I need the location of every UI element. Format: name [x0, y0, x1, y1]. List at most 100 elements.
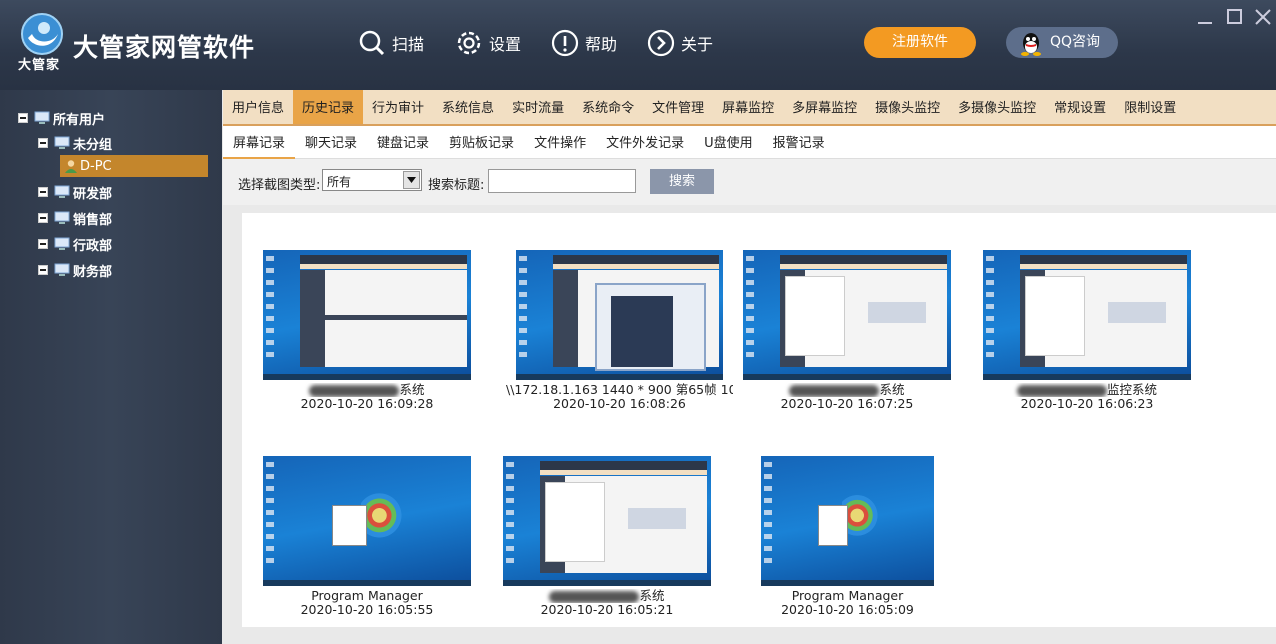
screenshot-thumbnail[interactable]: [743, 250, 951, 380]
main-tab-bar: 用户信息 历史记录 行为审计 系统信息 实时流量 系统命令 文件管理 屏幕监控 多屏幕监控 摄像头…: [223, 90, 1276, 126]
tree-node-group[interactable]: 研发部: [38, 182, 112, 202]
tab-1[interactable]: 历史记录: [293, 90, 364, 124]
subtab-4[interactable]: 文件操作: [524, 126, 596, 157]
tree-label-group: 研发部: [73, 186, 113, 202]
close-icon[interactable]: [1254, 8, 1272, 26]
screenshot-title: 监控系统: [973, 383, 1201, 397]
screenshot-time: 2020-10-20 16:06:23: [1020, 397, 1154, 411]
screenshot-title-text: 系统: [879, 383, 905, 397]
tab-7[interactable]: 屏幕监控: [713, 90, 783, 124]
computer-group-icon: [54, 263, 70, 276]
redacted-text: [789, 384, 880, 397]
screenshot-time: 2020-10-20 16:09:28: [300, 397, 434, 411]
scan-icon: [359, 30, 385, 56]
expand-toggle-icon[interactable]: [38, 187, 48, 197]
screenshot-item[interactable]: 系统 2020-10-20 16:09:28: [263, 250, 471, 412]
logo-text: 大管家: [18, 58, 61, 73]
tab-8[interactable]: 多屏幕监控: [783, 90, 866, 124]
collapse-toggle-icon[interactable]: [38, 138, 48, 148]
expand-toggle-icon[interactable]: [38, 213, 48, 223]
tree-node-group[interactable]: 财务部: [38, 260, 112, 280]
title-bar: 大管家 大管家网管软件 扫描 设置 帮助 关于 注册软件 QQ咨询: [0, 0, 1276, 90]
tab-5[interactable]: 系统命令: [573, 90, 643, 124]
settings-button[interactable]: 设置: [455, 28, 521, 58]
minimize-icon[interactable]: [1196, 8, 1214, 26]
screenshot-item[interactable]: 系统 2020-10-20 16:07:25: [743, 250, 951, 412]
tree-node-group[interactable]: 销售部: [38, 208, 112, 228]
collapse-toggle-icon[interactable]: [18, 113, 28, 123]
tab-6[interactable]: 文件管理: [643, 90, 713, 124]
qq-consult-button[interactable]: QQ咨询: [1006, 27, 1118, 58]
screenshot-title-text: Program Manager: [311, 589, 423, 603]
user-icon: [65, 160, 77, 173]
screenshot-title: 系统: [493, 589, 721, 603]
subtab-0[interactable]: 屏幕记录: [223, 126, 296, 159]
subtab-3[interactable]: 剪贴板记录: [439, 126, 524, 157]
screenshot-title-text: 系统: [639, 589, 665, 603]
screenshot-type-label: 选择截图类型:: [238, 178, 321, 193]
tree-label-group: 销售部: [73, 212, 113, 228]
about-button[interactable]: 关于: [647, 28, 713, 58]
screenshot-title-text: 系统: [399, 383, 425, 397]
qq-consult-label: QQ咨询: [1050, 34, 1101, 50]
screenshot-item[interactable]: Program Manager 2020-10-20 16:05:55: [263, 456, 471, 618]
computer-group-icon: [54, 211, 70, 224]
screenshot-thumbnail[interactable]: [503, 456, 711, 586]
screenshot-type-select[interactable]: 所有: [322, 169, 422, 191]
screenshot-item[interactable]: Program Manager 2020-10-20 16:05:09: [761, 456, 934, 618]
redacted-text: [1016, 384, 1107, 397]
search-title-input[interactable]: [488, 169, 636, 193]
help-button[interactable]: 帮助: [551, 28, 617, 58]
tab-10[interactable]: 多摄像头监控: [949, 90, 1045, 124]
subtab-2[interactable]: 键盘记录: [367, 126, 439, 157]
screenshot-title-text: \\172.18.1.163 1440 * 900 第65帧 10: [506, 383, 733, 397]
tab-9[interactable]: 摄像头监控: [866, 90, 949, 124]
tab-12[interactable]: 限制设置: [1115, 90, 1185, 124]
screenshot-item[interactable]: 监控系统 2020-10-20 16:06:23: [983, 250, 1191, 412]
computer-group-icon: [34, 111, 50, 124]
search-button[interactable]: 搜索: [650, 169, 714, 194]
scan-label: 扫描: [392, 35, 425, 54]
subtab-6[interactable]: U盘使用: [694, 126, 763, 157]
tab-3[interactable]: 系统信息: [433, 90, 503, 124]
chevron-down-icon[interactable]: [403, 171, 420, 189]
tree-node-computer[interactable]: D-PC: [60, 155, 208, 177]
maximize-icon[interactable]: [1226, 8, 1244, 26]
subtab-5[interactable]: 文件外发记录: [596, 126, 694, 157]
sub-tab-bar: 屏幕记录 聊天记录 键盘记录 剪贴板记录 文件操作 文件外发记录 U盘使用 报警记录: [223, 126, 1276, 159]
tab-4[interactable]: 实时流量: [503, 90, 573, 124]
screenshot-time: 2020-10-20 16:07:25: [780, 397, 914, 411]
subtab-1[interactable]: 聊天记录: [295, 126, 367, 157]
screenshot-gallery: 系统 2020-10-20 16:09:28 \\172.18.1.163 1440…: [242, 213, 1276, 627]
screenshot-type-value: 所有: [327, 175, 352, 189]
gear-icon: [457, 31, 481, 55]
about-icon: [647, 29, 675, 57]
tree-label-group: 财务部: [73, 264, 113, 280]
expand-toggle-icon[interactable]: [38, 239, 48, 249]
tab-2[interactable]: 行为审计: [363, 90, 433, 124]
screenshot-time: 2020-10-20 16:05:21: [540, 603, 674, 617]
screenshot-title: 系统: [253, 383, 481, 397]
register-button[interactable]: 注册软件: [864, 27, 976, 58]
screenshot-thumbnail[interactable]: [516, 250, 723, 380]
expand-toggle-icon[interactable]: [38, 265, 48, 275]
screenshot-item[interactable]: \\172.18.1.163 1440 * 900 第65帧 10 2020-10…: [506, 250, 733, 412]
screenshot-thumbnail[interactable]: [983, 250, 1191, 380]
screenshot-thumbnail[interactable]: [263, 456, 471, 586]
screenshot-item[interactable]: 系统 2020-10-20 16:05:21: [503, 456, 711, 618]
tree-node-all-users[interactable]: 所有用户: [18, 108, 105, 128]
tab-0[interactable]: 用户信息: [223, 90, 293, 124]
screenshot-thumbnail[interactable]: [263, 250, 471, 380]
tree-node-group[interactable]: 行政部: [38, 234, 112, 254]
tab-11[interactable]: 常规设置: [1045, 90, 1115, 124]
tree-node-ungrouped[interactable]: 未分组: [38, 133, 112, 153]
computer-group-icon: [54, 185, 70, 198]
screenshot-thumbnail[interactable]: [761, 456, 934, 586]
scan-button[interactable]: 扫描: [358, 28, 424, 58]
redacted-text: [309, 384, 400, 397]
screenshot-title: \\172.18.1.163 1440 * 900 第65帧 10: [506, 383, 733, 397]
app-title: 大管家网管软件: [73, 33, 256, 62]
app-logo-icon: [21, 13, 63, 55]
subtab-7[interactable]: 报警记录: [763, 126, 835, 157]
tree-label-computer: D-PC: [80, 158, 112, 174]
